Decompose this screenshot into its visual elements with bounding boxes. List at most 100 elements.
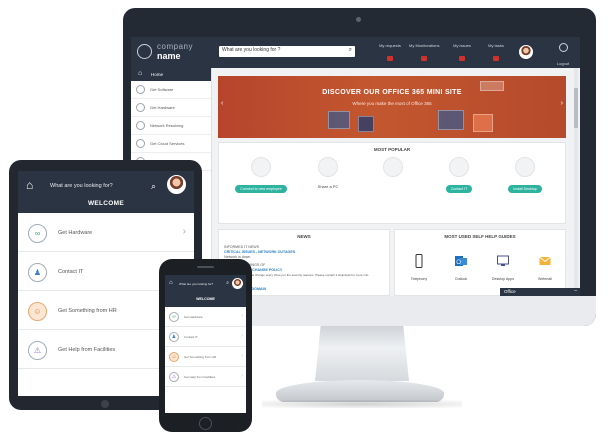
- popular-item[interactable]: Contact IT: [429, 157, 489, 217]
- tool-icon: [383, 157, 403, 177]
- avatar[interactable]: [519, 45, 533, 59]
- logo-line1: company: [157, 42, 193, 51]
- link-icon: ∞: [169, 312, 179, 322]
- home-icon[interactable]: ⌂: [26, 178, 33, 192]
- most-popular-title: MOST POPULAR: [373, 147, 411, 152]
- guide-label: Desktop Apps: [491, 277, 515, 281]
- sidebar-item-label: Get Cloud Services: [150, 141, 185, 146]
- nav-my-issues[interactable]: My issues: [447, 43, 477, 63]
- guide-webmail[interactable]: Webmail: [525, 254, 565, 281]
- nav-badge: [459, 56, 465, 61]
- nav-my-requests[interactable]: My requests: [375, 43, 405, 63]
- chevron-right-icon: ›: [182, 226, 186, 237]
- minimize-icon[interactable]: –: [574, 288, 577, 294]
- news-title: NEWS: [297, 234, 311, 239]
- guide-label: Telephony: [410, 277, 428, 281]
- monitor-stand-neck: [315, 326, 409, 381]
- contact-icon: [449, 157, 469, 177]
- search-icon[interactable]: ⌕: [151, 181, 156, 192]
- list-item-label: Contact IT: [58, 269, 84, 275]
- search-icon[interactable]: ⌕: [226, 280, 229, 286]
- office-chat-bar[interactable]: Office –: [500, 288, 580, 296]
- popular-item[interactable]: Share a PC: [298, 157, 358, 217]
- guide-telephony[interactable]: Telephony: [399, 254, 439, 281]
- self-help-guides-panel: MOST USED SELF HELP GUIDES Telephony O O…: [394, 229, 566, 296]
- tablet-header: ⌂ What are you looking for? ⌕ WELCOME: [18, 171, 194, 213]
- monitor-shadow: [262, 400, 462, 408]
- popular-item[interactable]: Install Desktop: [495, 157, 555, 217]
- hero-graphic: [358, 116, 374, 132]
- avatar[interactable]: [232, 278, 243, 289]
- hero-graphic: [473, 114, 493, 132]
- list-item-label: Get Hardware: [184, 315, 203, 319]
- logout-button[interactable]: Logout: [553, 43, 573, 70]
- phone-search-input[interactable]: What are you looking for? ⌕: [179, 280, 229, 288]
- tablet-search-input[interactable]: What are you looking for? ⌕: [50, 181, 156, 195]
- popular-item[interactable]: Connect to new employee: [231, 157, 291, 217]
- list-item-get-hardware[interactable]: ∞ Get Hardware ›: [165, 308, 246, 327]
- search-icon[interactable]: ⌕: [349, 47, 352, 54]
- sidebar-item-home[interactable]: ⌂ Home: [131, 68, 211, 81]
- nav-badge: [493, 56, 499, 61]
- nav-label: My Monitorations: [409, 43, 440, 48]
- popular-button[interactable]: Connect to new employee: [235, 185, 287, 193]
- user-add-icon: [251, 157, 271, 177]
- list-item-facilities[interactable]: ⚠ Get Help from Facilities ›: [165, 368, 246, 387]
- news-line: INFORMED IT NEWS: [224, 245, 260, 249]
- list-item-contact-it[interactable]: ♟ Contact IT ›: [165, 328, 246, 347]
- hero-graphic: [438, 110, 464, 130]
- nav-my-tasks[interactable]: My tasks: [481, 43, 511, 63]
- phone-speaker: [197, 266, 214, 268]
- nav-label: My requests: [379, 43, 401, 48]
- welcome-title: WELCOME: [196, 297, 215, 301]
- chevron-right-icon: ›: [241, 313, 243, 319]
- avatar[interactable]: [167, 175, 186, 194]
- hero-banner[interactable]: ‹ › DISCOVER OUR OFFICE 365 MINI SITE Wh…: [218, 76, 566, 138]
- popular-button[interactable]: Contact IT: [445, 185, 473, 193]
- hero-subtitle: Where you make the most of Office 365: [352, 101, 432, 106]
- chevron-right-icon: ›: [241, 333, 243, 339]
- guide-desktop-apps[interactable]: Desktop Apps: [483, 254, 523, 281]
- power-icon: [558, 43, 568, 52]
- svg-text:O: O: [456, 260, 461, 266]
- camera-dot: [356, 17, 361, 22]
- phone-icon: [415, 254, 423, 268]
- welcome-title: WELCOME: [87, 200, 125, 207]
- chevron-right-icon: ›: [241, 353, 243, 359]
- list-item-get-hardware[interactable]: ∞ Get Hardware ›: [18, 216, 194, 252]
- company-logo[interactable]: company name: [137, 41, 220, 63]
- mail-icon: [539, 256, 551, 265]
- sidebar-item-get-hardware[interactable]: Get Hardware: [131, 99, 211, 117]
- logo-line2: name: [157, 51, 181, 61]
- most-popular-panel: MOST POPULAR Connect to new employee Sha…: [218, 142, 566, 224]
- desktop-icon: [515, 157, 535, 177]
- nav-my-monitorations[interactable]: My Monitorations: [409, 43, 439, 63]
- hero-graphic: [328, 111, 350, 129]
- phone-home-button: [199, 417, 212, 430]
- sidebar-item-network[interactable]: Network Resolving: [131, 117, 211, 135]
- guides-title: MOST USED SELF HELP GUIDES: [444, 234, 516, 239]
- nav-label: My tasks: [488, 43, 504, 48]
- logout-label: Logout: [556, 61, 570, 66]
- popular-button[interactable]: Install Desktop: [508, 185, 542, 193]
- scrollbar[interactable]: [574, 68, 578, 294]
- news-link[interactable]: CRITICAL ISSUES - NETWORK OUTAGES: [224, 250, 295, 254]
- popular-item[interactable]: [363, 157, 423, 217]
- list-item-hr[interactable]: ☺ Get Something from HR ›: [165, 348, 246, 367]
- list-item-label: Contact IT: [184, 335, 198, 339]
- home-icon[interactable]: ⌂: [169, 280, 173, 286]
- popular-label: Share a PC: [317, 184, 339, 189]
- office-bar-label: Office: [504, 289, 516, 294]
- desktop-icon: [497, 255, 509, 266]
- home-icon: ⌂: [138, 70, 143, 77]
- guide-label: Webmail: [538, 277, 552, 281]
- outlook-icon: O: [455, 256, 467, 266]
- sidebar-item-cloud[interactable]: Get Cloud Services: [131, 135, 211, 153]
- phone-device: ⌂ What are you looking for? ⌕ WELCOME ∞ …: [159, 259, 252, 432]
- logo-mark-icon: [137, 44, 152, 59]
- sidebar-item-get-software[interactable]: Get Software: [131, 81, 211, 99]
- guide-outlook[interactable]: O Outlook: [441, 254, 481, 281]
- contact-icon: ♟: [28, 263, 47, 282]
- carousel-dots[interactable]: [386, 132, 398, 135]
- desktop-search-input[interactable]: What are you looking for ? ⌕: [219, 46, 355, 57]
